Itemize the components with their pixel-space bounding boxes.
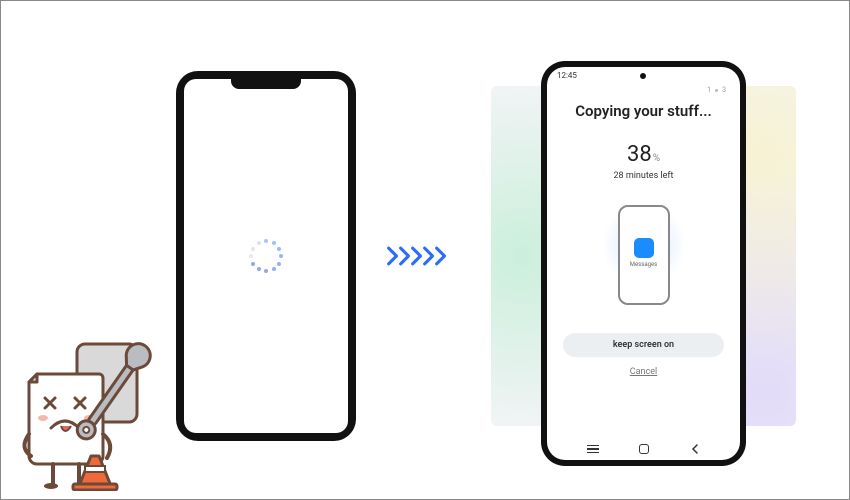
source-phone-notch	[231, 79, 301, 89]
spinner-dot	[279, 254, 283, 258]
progress-unit: %	[653, 153, 660, 164]
status-time: 12:45	[557, 71, 577, 80]
spinner-dot	[264, 269, 268, 273]
mini-phone-icon: Messages	[618, 205, 670, 305]
messages-icon	[634, 238, 654, 258]
transfer-arrows	[386, 246, 446, 266]
status-bar: 12:45	[547, 67, 740, 80]
spinner-dot	[257, 267, 261, 271]
time-remaining: 28 minutes left	[547, 171, 740, 181]
target-phone-screen: 12:45 1 3 Copying your stuff... 38% 28 m…	[547, 67, 740, 460]
spinner-dot	[272, 267, 276, 271]
spinner-dot	[277, 262, 281, 266]
progress-value: 38	[627, 142, 652, 167]
chevron-right-icon	[434, 246, 448, 266]
transfer-item-label: Messages	[630, 262, 658, 269]
error-mascot-illustration	[9, 336, 184, 491]
page-title: Copying your stuff...	[547, 102, 740, 120]
transfer-illustration: Messages	[594, 195, 694, 315]
spinner-dot	[251, 247, 255, 251]
nav-home-icon[interactable]	[639, 444, 649, 454]
step-dot	[715, 89, 718, 92]
nav-bar	[547, 436, 740, 460]
progress-percent: 38%	[547, 142, 740, 167]
target-phone: 12:45 1 3 Copying your stuff... 38% 28 m…	[541, 61, 746, 466]
spinner-dot	[249, 254, 253, 258]
source-phone-screen: // placeholder; dots generated below via…	[184, 79, 348, 433]
nav-recent-icon[interactable]	[587, 445, 599, 454]
loading-spinner-icon: // placeholder; dots generated below via…	[249, 239, 283, 273]
step-indicator: 1 3	[547, 80, 740, 96]
spinner-dot	[277, 247, 281, 251]
spinner-dot	[251, 262, 255, 266]
nav-back-icon[interactable]	[690, 444, 700, 454]
keep-screen-on-button[interactable]: keep screen on	[563, 333, 724, 357]
spinner-dot	[257, 241, 261, 245]
spinner-dot	[264, 239, 268, 243]
camera-punch-hole	[640, 73, 646, 79]
step-current: 1	[707, 86, 711, 94]
step-total: 3	[722, 86, 726, 94]
cancel-link[interactable]: Cancel	[547, 367, 740, 377]
source-phone: // placeholder; dots generated below via…	[176, 71, 356, 441]
spinner-dot	[272, 241, 276, 245]
